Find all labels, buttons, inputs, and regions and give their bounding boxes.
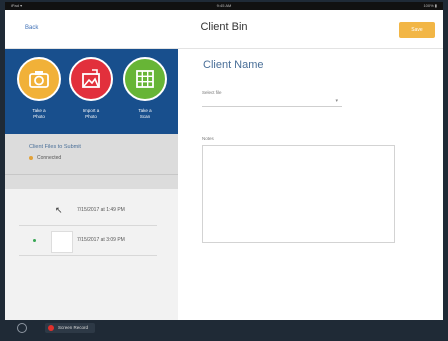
image-import-icon: [69, 57, 113, 101]
record-dot-icon: [48, 325, 54, 331]
file-history-list: ↖ 7/15/2017 at 1:49 PM 7/15/2017 at 3:09…: [5, 189, 178, 320]
notes-field[interactable]: [202, 145, 395, 243]
file-thumbnail: [51, 231, 73, 253]
import-photo-button[interactable]: Import a Photo: [67, 57, 115, 120]
detail-panel: Client Name Select file ▾ Notes: [178, 49, 443, 320]
screen-record-indicator[interactable]: Screen Record: [45, 323, 95, 333]
page-title: Client Bin: [200, 21, 248, 33]
grid-scan-icon: [123, 57, 167, 101]
select-file-dropdown[interactable]: ▾: [202, 97, 342, 107]
navigation-bar: Back Client Bin Save: [5, 10, 443, 49]
connection-status-label: Connected: [37, 155, 62, 161]
status-dot-icon: [33, 239, 36, 242]
list-item[interactable]: ↖ 7/15/2017 at 1:49 PM: [19, 197, 157, 226]
status-time: 9:45 AM: [216, 3, 232, 8]
status-battery: 100% ▮: [423, 3, 437, 8]
app-screen: iPad ▾ 9:45 AM 100% ▮ Back Client Bin Sa…: [5, 2, 443, 320]
camera-icon: [17, 57, 61, 101]
take-scan-label: Take a Scan: [138, 108, 152, 119]
take-photo-label: Take a Photo: [32, 108, 46, 119]
connection-status: Connected: [29, 155, 61, 161]
list-item-timestamp: 7/15/2017 at 3:09 PM: [77, 237, 125, 243]
status-dot-icon: [29, 155, 33, 160]
status-bar: iPad ▾ 9:45 AM 100% ▮: [5, 2, 443, 10]
notes-label: Notes: [202, 136, 214, 141]
list-item-timestamp: 7/15/2017 at 1:49 PM: [77, 207, 125, 213]
capture-actions: Take a Photo Import a Photo Take a Scan: [5, 49, 178, 134]
screen-record-label: Screen Record: [58, 325, 89, 330]
client-name-heading: Client Name: [203, 59, 264, 71]
list-item[interactable]: 7/15/2017 at 3:09 PM: [19, 227, 157, 256]
save-button[interactable]: Save: [399, 22, 435, 38]
ipad-device: iPad ▾ 9:45 AM 100% ▮ Back Client Bin Sa…: [5, 2, 443, 336]
import-photo-label: Import a Photo: [82, 108, 100, 119]
pointer-cursor-icon: ↖: [55, 205, 63, 215]
back-button[interactable]: Back: [25, 25, 38, 31]
left-panel: Take a Photo Import a Photo Take a Scan …: [5, 49, 178, 320]
take-scan-button[interactable]: Take a Scan: [121, 57, 169, 120]
chevron-down-icon: ▾: [335, 98, 338, 104]
files-to-submit-title: Client Files to Submit: [29, 144, 81, 150]
files-to-submit-section[interactable]: Client Files to Submit Connected: [5, 134, 178, 175]
select-file-label: Select file: [202, 90, 222, 95]
home-button-icon[interactable]: [17, 323, 27, 333]
take-photo-button[interactable]: Take a Photo: [15, 57, 63, 120]
system-bottom-bar: Screen Record: [5, 320, 443, 336]
